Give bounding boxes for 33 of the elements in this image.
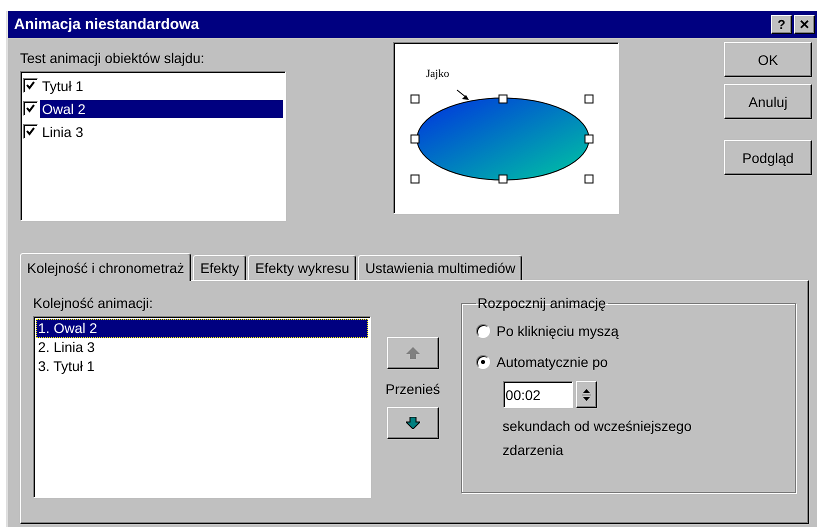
dialog-button[interactable]: Podgląd <box>724 140 812 175</box>
shape-caption: Jajko <box>426 68 450 80</box>
radio-button[interactable] <box>476 354 490 368</box>
up-arrow-icon <box>406 347 420 359</box>
list-item[interactable]: Owal 2 <box>40 100 283 118</box>
checkbox[interactable] <box>23 101 38 116</box>
tab[interactable]: Efekty wykresu <box>248 255 356 280</box>
radio-button[interactable] <box>476 324 490 338</box>
group-legend: Rozpocznij animację <box>476 295 608 311</box>
list-item[interactable]: 1. Owal 2 <box>36 319 368 338</box>
close-button[interactable]: ✕ <box>794 15 815 34</box>
tab[interactable]: Ustawienia multimediów <box>358 255 522 280</box>
dialog-button[interactable]: Anuluj <box>724 84 812 119</box>
radio-label: Po kliknięciu myszą <box>496 322 619 338</box>
tab[interactable]: Kolejność i chronometraż <box>20 253 192 281</box>
move-down-button[interactable] <box>386 407 439 439</box>
radio-label: Automatycznie po <box>496 354 608 370</box>
move-label: Przenieś <box>386 381 440 397</box>
spinner-icon[interactable] <box>576 381 597 408</box>
list-item[interactable]: 2. Linia 3 <box>36 338 368 357</box>
leader-line <box>456 90 469 100</box>
list-item[interactable]: Linia 3 <box>40 122 283 140</box>
tab[interactable]: Efekty <box>193 255 246 280</box>
help-button[interactable]: ? <box>771 15 792 34</box>
list-item[interactable]: 3. Tytuł 1 <box>36 357 368 376</box>
dialog-button[interactable]: OK <box>724 42 812 77</box>
down-arrow-icon <box>406 417 420 429</box>
window-title: Animacja niestandardowa <box>14 16 200 33</box>
order-label: Kolejność animacji: <box>33 295 154 311</box>
objects-label: Test animacji obiektów slajdu: <box>20 50 206 66</box>
delay-note: sekundach od wcześniejszego zdarzenia <box>502 417 693 460</box>
list-item[interactable]: Tytuł 1 <box>40 76 283 94</box>
delay-field[interactable]: 00:02 <box>502 381 573 408</box>
